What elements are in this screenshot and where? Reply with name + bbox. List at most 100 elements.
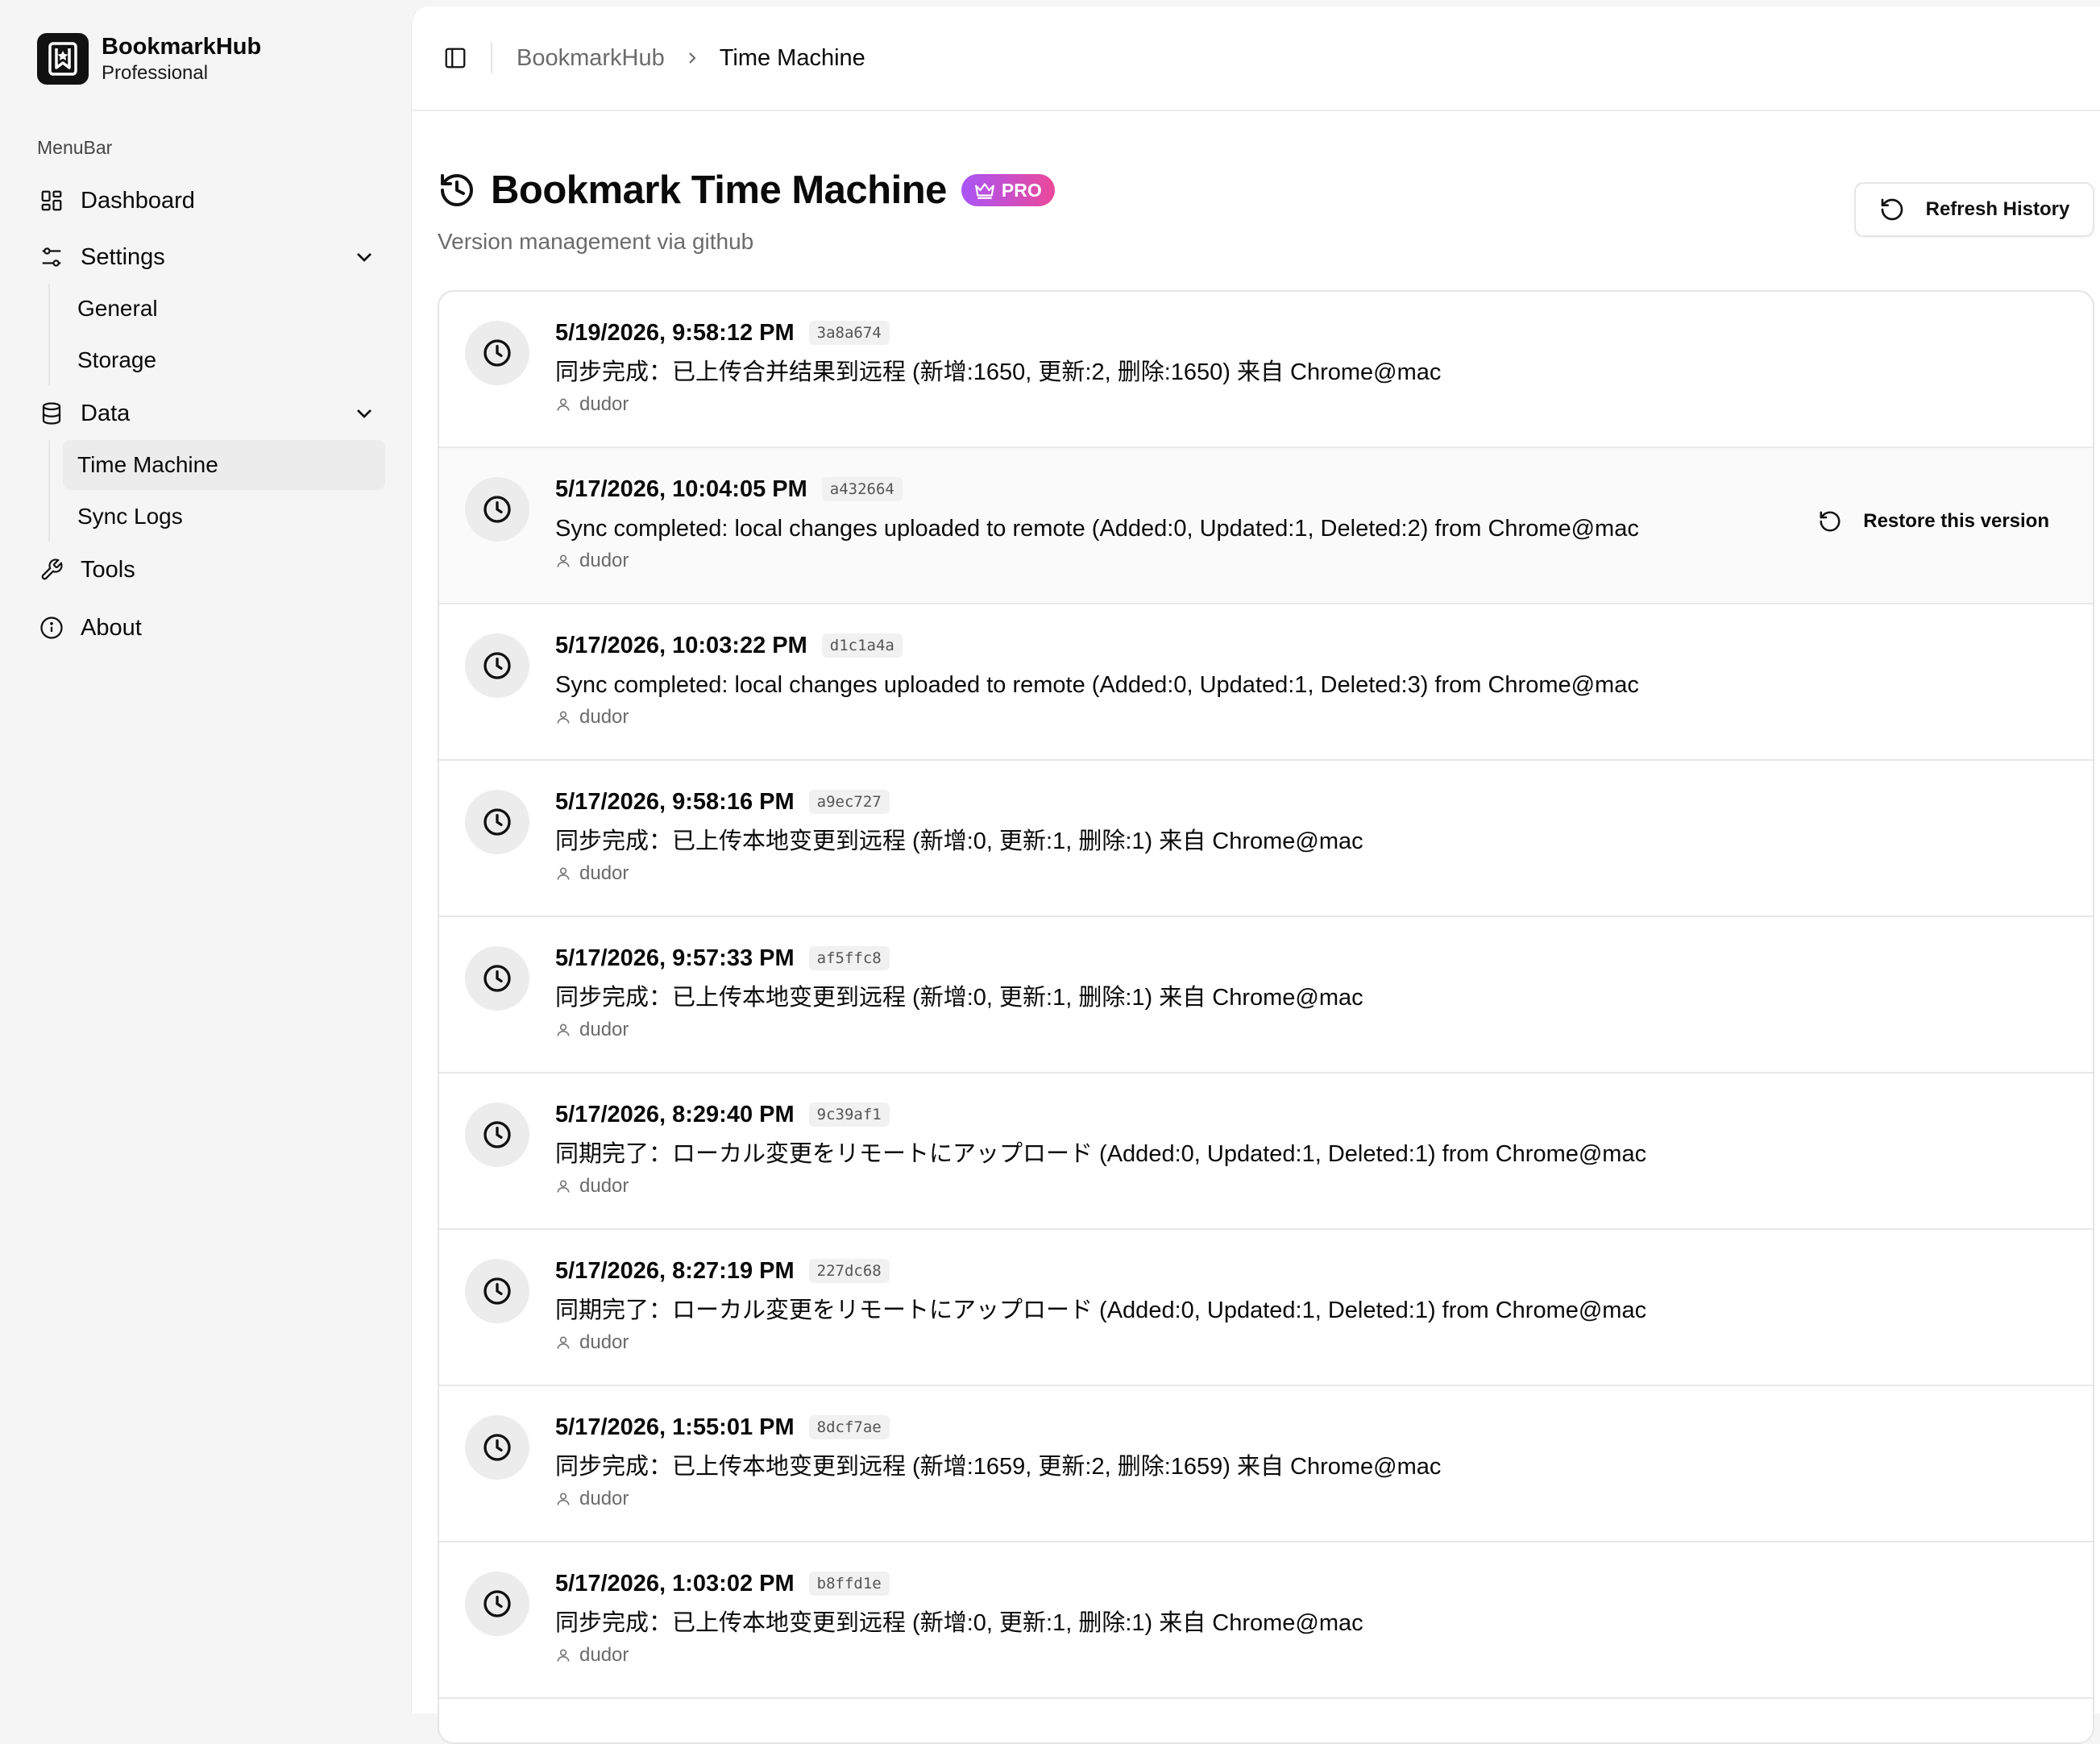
sidebar-item-settings[interactable]: Settings — [31, 232, 385, 282]
menu-label: MenuBar — [37, 137, 113, 158]
clock-icon — [465, 1259, 529, 1323]
commit-time: 5/19/2026, 9:58:12 PM — [555, 319, 795, 346]
page-header: Bookmark Time Machine PRO Version manage… — [438, 168, 1055, 255]
sidebar-item-label: Settings — [81, 243, 165, 270]
user-icon — [555, 1335, 579, 1351]
commit-hash: af5ffc8 — [808, 946, 890, 970]
author-name: dudor — [579, 706, 629, 728]
author-name: dudor — [579, 862, 629, 884]
commit-hash: d1c1a4a — [821, 633, 903, 658]
brand[interactable]: BookmarkHub Professional — [37, 32, 261, 85]
commit-author: dudor — [555, 1175, 1646, 1198]
author-name: dudor — [579, 1175, 629, 1197]
sidebar-item-general[interactable]: General — [63, 284, 385, 334]
sidebar: BookmarkHub Professional MenuBar Dashboa… — [0, 0, 411, 1713]
sidebar-toggle-icon[interactable] — [439, 42, 471, 74]
commit-time: 5/17/2026, 10:04:05 PM — [555, 475, 807, 502]
author-name: dudor — [579, 550, 629, 571]
data-subnav: Time Machine Sync Logs — [48, 440, 385, 542]
commit-author: dudor — [555, 1644, 1363, 1667]
sidebar-item-time-machine[interactable]: Time Machine — [63, 440, 385, 490]
sidebar-item-data[interactable]: Data — [31, 388, 385, 438]
commit-time: 5/17/2026, 1:55:01 PM — [555, 1414, 795, 1440]
clock-icon — [465, 946, 529, 1011]
sidebar-item-dashboard[interactable]: Dashboard — [31, 176, 385, 226]
refresh-history-button[interactable]: Refresh History — [1854, 182, 2094, 237]
sidebar-item-sync-logs[interactable]: Sync Logs — [63, 492, 385, 542]
chevron-down-icon[interactable] — [351, 244, 377, 270]
sidebar-item-about[interactable]: About — [31, 603, 385, 653]
user-icon — [555, 866, 579, 882]
history-icon — [438, 171, 476, 210]
author-name: dudor — [579, 393, 629, 415]
commit-message: 同步完成：已上传本地变更到远程 (新增:0, 更新:1, 删除:1) 来自 Ch… — [555, 985, 1363, 1011]
chevron-down-icon[interactable] — [351, 401, 377, 426]
history-row[interactable]: 5/17/2026, 8:29:40 PM 9c39af1 同期完了：ローカル変更を… — [439, 1073, 2093, 1230]
pro-badge: PRO — [961, 174, 1055, 206]
commit-message: 同期完了：ローカル変更をリモートにアップロード (Added:0, Update… — [555, 1141, 1647, 1167]
user-icon — [555, 1491, 579, 1507]
commit-hash: 8dcf7ae — [808, 1415, 890, 1439]
clock-icon — [465, 1102, 529, 1167]
commit-hash: 9c39af1 — [808, 1102, 890, 1127]
commit-message: Sync completed: local changes uploaded t… — [555, 516, 1639, 542]
commit-time: 5/17/2026, 1:03:02 PM — [555, 1570, 795, 1597]
clock-icon — [465, 1415, 529, 1480]
history-row-body: 5/17/2026, 9:58:16 PM a9ec727 同步完成：已上传本地变更… — [555, 785, 1363, 885]
sidebar-item-storage[interactable]: Storage — [63, 335, 385, 385]
sliders-icon — [39, 244, 64, 270]
dashboard-grid-icon — [39, 188, 64, 214]
history-row-body: 5/17/2026, 10:03:22 PM d1c1a4a Sync comple… — [555, 629, 1639, 729]
sidebar-item-label: Data — [81, 400, 131, 426]
history-row[interactable]: 5/17/2026, 1:03:02 PM b8ffd1e 同步完成：已上传本地变更… — [439, 1543, 2093, 1699]
clock-icon — [465, 1572, 529, 1636]
commit-time: 5/17/2026, 9:58:16 PM — [555, 788, 795, 815]
pro-badge-label: PRO — [1001, 179, 1042, 201]
history-row[interactable]: 5/17/2026, 10:04:05 PM a432664 Sync comple… — [439, 448, 2093, 604]
author-name: dudor — [579, 1488, 629, 1509]
commit-message: 同步完成：已上传本地变更到远程 (新增:0, 更新:1, 删除:1) 来自 Ch… — [555, 1610, 1363, 1636]
user-icon — [555, 709, 579, 725]
history-list: 5/19/2026, 9:58:12 PM 3a8a674 同步完成：已上传合并结果… — [438, 290, 2094, 1744]
history-row-body: 5/17/2026, 1:55:01 PM 8dcf7ae 同步完成：已上传本地变更… — [555, 1410, 1441, 1510]
author-name: dudor — [579, 1019, 629, 1040]
restore-icon — [1818, 509, 1863, 534]
divider — [491, 43, 492, 73]
breadcrumb-root[interactable]: BookmarkHub — [517, 45, 665, 72]
restore-version-label: Restore this version — [1863, 510, 2049, 532]
history-row[interactable]: 5/17/2026, 9:57:33 PM af5ffc8 同步完成：已上传本地变更… — [439, 917, 2093, 1073]
commit-message: 同步完成：已上传本地变更到远程 (新增:1659, 更新:2, 删除:1659)… — [555, 1454, 1442, 1480]
user-icon — [555, 1022, 579, 1038]
commit-message: 同步完成：已上传合并结果到远程 (新增:1650, 更新:2, 删除:1650)… — [555, 359, 1442, 385]
clock-icon — [465, 633, 529, 698]
sidebar-nav: Dashboard Settings General Storage Data — [31, 176, 385, 653]
restore-version-button[interactable]: Restore this version — [1818, 509, 2049, 534]
history-row[interactable]: 5/17/2026, 1:55:01 PM 8dcf7ae 同步完成：已上传本地变更… — [439, 1386, 2093, 1543]
clock-icon — [465, 321, 529, 385]
user-icon — [555, 1647, 579, 1663]
history-row-body: 5/17/2026, 9:57:33 PM af5ffc8 同步完成：已上传本地变更… — [555, 941, 1363, 1041]
commit-message: 同期完了：ローカル変更をリモートにアップロード (Added:0, Update… — [555, 1298, 1647, 1323]
commit-time: 5/17/2026, 10:03:22 PM — [555, 632, 807, 658]
commit-author: dudor — [555, 1019, 1363, 1041]
brand-plan: Professional — [102, 62, 209, 84]
history-row-body: 5/17/2026, 8:29:40 PM 9c39af1 同期完了：ローカル変更を… — [555, 1098, 1646, 1198]
settings-subnav: General Storage — [48, 284, 385, 385]
sidebar-item-label: Dashboard — [81, 187, 195, 214]
commit-author: dudor — [555, 550, 1639, 572]
history-row[interactable]: 5/17/2026, 10:03:22 PM d1c1a4a Sync comple… — [439, 604, 2093, 761]
chevron-right-icon — [683, 48, 702, 68]
wrench-icon — [39, 557, 64, 583]
history-row[interactable]: 5/17/2026, 8:27:19 PM 227dc68 同期完了：ローカル変更を… — [439, 1230, 2093, 1386]
history-row[interactable]: 5/17/2026, 9:58:16 PM a9ec727 同步完成：已上传本地变更… — [439, 761, 2093, 917]
commit-hash: 227dc68 — [808, 1259, 890, 1283]
commit-hash: a432664 — [821, 477, 903, 501]
sidebar-item-label: Tools — [81, 556, 135, 583]
sidebar-item-tools[interactable]: Tools — [31, 545, 385, 595]
history-row-body: 5/19/2026, 9:58:12 PM 3a8a674 同步完成：已上传合并结果… — [555, 316, 1441, 416]
commit-time: 5/17/2026, 9:57:33 PM — [555, 945, 795, 971]
bookmark-logo-icon — [37, 33, 89, 85]
history-row[interactable]: 5/19/2026, 9:58:12 PM 3a8a674 同步完成：已上传合并结果… — [439, 292, 2093, 448]
refresh-history-label: Refresh History — [1925, 198, 2070, 220]
history-row-body: 5/17/2026, 1:03:02 PM b8ffd1e 同步完成：已上传本地变更… — [555, 1567, 1363, 1667]
